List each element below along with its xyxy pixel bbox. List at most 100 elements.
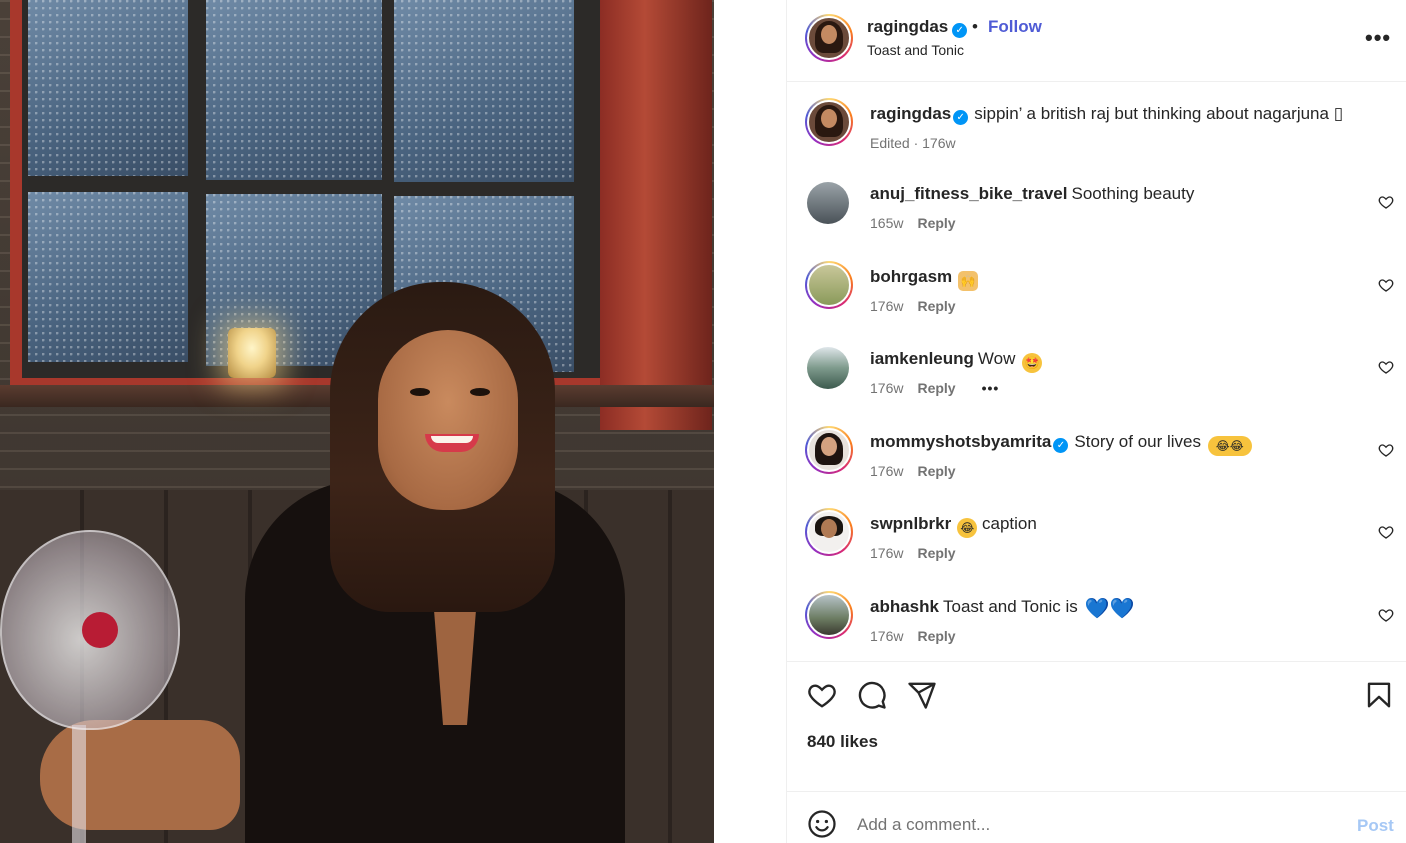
caption-avatar-image bbox=[807, 100, 851, 144]
photo-pane bbox=[394, 0, 574, 182]
like-comment-heart-icon[interactable] bbox=[1378, 524, 1394, 540]
comment-username[interactable]: mommyshotsbyamrita bbox=[870, 432, 1051, 451]
comment-meta: 176w Reply ••• bbox=[870, 380, 999, 396]
comment-avatar[interactable] bbox=[805, 591, 853, 639]
caption-username[interactable]: ragingdas bbox=[870, 104, 951, 123]
comment-item: mommyshotsbyamrita ✓ Story of our lives 😂😂… bbox=[787, 426, 1406, 492]
comment-item: anuj_fitness_bike_travel Soothing beauty … bbox=[787, 182, 1406, 244]
reply-button[interactable]: Reply bbox=[917, 463, 955, 479]
photo-glass-stem bbox=[72, 725, 86, 843]
comment-item: bohrgasm 🙌 176w Reply bbox=[787, 261, 1406, 327]
comment-age: 176w bbox=[870, 298, 904, 314]
photo-hand bbox=[40, 720, 240, 830]
bookmark-icon[interactable] bbox=[1364, 680, 1394, 710]
reply-button[interactable]: Reply bbox=[917, 380, 955, 396]
comment-avatar[interactable] bbox=[807, 347, 849, 389]
reply-button[interactable]: Reply bbox=[917, 628, 955, 644]
comment-text: bohrgasm 🙌 bbox=[870, 267, 979, 291]
author-avatar[interactable] bbox=[805, 14, 853, 62]
author-username-text[interactable]: ragingdas bbox=[867, 17, 948, 36]
comment-item: abhashk Toast and Tonic is 💙💙 176w Reply bbox=[787, 591, 1406, 657]
post-header: ragingdas ✓ • Follow Toast and Tonic ••• bbox=[787, 0, 1406, 82]
caption-text: ragingdas ✓ sippin’ a british raj but thin… bbox=[870, 104, 1343, 125]
laughing-emoji: 😂 bbox=[957, 518, 978, 538]
caption-body: sippin’ a british raj but thinking about… bbox=[974, 104, 1329, 123]
comment-age: 176w bbox=[870, 628, 904, 644]
post-actions: 840 likes bbox=[787, 661, 1406, 791]
comment-avatar-image bbox=[807, 510, 851, 554]
comment-avatar[interactable] bbox=[805, 261, 853, 309]
photo-person-eye bbox=[470, 388, 490, 396]
photo-person-eye bbox=[410, 388, 430, 396]
comment-username[interactable]: anuj_fitness_bike_travel bbox=[870, 184, 1067, 203]
reply-button[interactable]: Reply bbox=[917, 298, 955, 314]
like-comment-heart-icon[interactable] bbox=[1378, 194, 1394, 210]
photo-raspberry bbox=[82, 612, 118, 648]
comment-text: swpnlbrkr 😂 caption bbox=[870, 514, 1037, 538]
author-avatar-image bbox=[807, 16, 851, 60]
comment-meta: 176w Reply bbox=[870, 463, 956, 479]
reply-button[interactable]: Reply bbox=[917, 545, 955, 561]
raised-hands-emoji: 🙌 bbox=[958, 271, 979, 291]
comment-age: 176w bbox=[870, 545, 904, 561]
verified-icon: ✓ bbox=[952, 23, 968, 38]
photo-person-face bbox=[378, 330, 518, 510]
photo-pane bbox=[206, 0, 382, 180]
comment-meta: 176w Reply bbox=[870, 545, 956, 561]
comment-body: Story of our lives bbox=[1074, 432, 1201, 451]
comment-body: Wow bbox=[977, 349, 1016, 368]
comment-avatar-image bbox=[807, 593, 851, 637]
comment-username[interactable]: swpnlbrkr bbox=[870, 514, 951, 533]
post-comment-button[interactable]: Post bbox=[1357, 816, 1394, 836]
comment-avatar[interactable] bbox=[807, 182, 849, 224]
emoji-icon[interactable] bbox=[807, 809, 837, 839]
like-comment-heart-icon[interactable] bbox=[1378, 607, 1394, 623]
comment-item: iamkenleung Wow 🤩 176w Reply ••• bbox=[787, 347, 1406, 409]
comment-text: anuj_fitness_bike_travel Soothing beauty bbox=[870, 184, 1194, 204]
comment-age: 176w bbox=[870, 380, 904, 396]
comment-username[interactable]: abhashk bbox=[870, 597, 939, 616]
comment-input[interactable] bbox=[857, 812, 1327, 838]
comment-avatar-image bbox=[807, 263, 851, 307]
comment-avatar-image bbox=[807, 182, 849, 224]
like-comment-heart-icon[interactable] bbox=[1378, 442, 1394, 458]
like-comment-heart-icon[interactable] bbox=[1378, 277, 1394, 293]
star-struck-emoji: 🤩 bbox=[1022, 353, 1043, 373]
photo-person-teeth bbox=[431, 436, 473, 443]
like-comment-heart-icon[interactable] bbox=[1378, 359, 1394, 375]
photo-pane bbox=[28, 0, 188, 176]
heart-icon[interactable] bbox=[807, 680, 837, 710]
comment-meta: 165w Reply bbox=[870, 215, 956, 231]
post-photo[interactable] bbox=[0, 0, 714, 843]
comment-username[interactable]: bohrgasm bbox=[870, 267, 952, 286]
photo-candle bbox=[228, 328, 276, 378]
comment-avatar-image bbox=[807, 347, 849, 389]
verified-icon: ✓ bbox=[1053, 438, 1069, 453]
author-username[interactable]: ragingdas ✓ bbox=[867, 17, 968, 38]
comment-avatar[interactable] bbox=[805, 508, 853, 556]
likes-count[interactable]: 840 likes bbox=[807, 732, 878, 752]
comment-meta: 176w Reply bbox=[870, 628, 956, 644]
comment-item: swpnlbrkr 😂 caption 176w Reply bbox=[787, 508, 1406, 574]
share-icon[interactable] bbox=[907, 680, 937, 710]
comment-age: 176w bbox=[870, 463, 904, 479]
comment-body: Soothing beauty bbox=[1071, 184, 1195, 203]
comment-more-icon[interactable]: ••• bbox=[982, 380, 1000, 396]
comment-text: abhashk Toast and Tonic is 💙💙 bbox=[870, 597, 1134, 619]
post-location[interactable]: Toast and Tonic bbox=[867, 42, 964, 58]
more-icon[interactable]: ••• bbox=[1365, 25, 1391, 51]
reply-button[interactable]: Reply bbox=[917, 215, 955, 231]
photo-pane bbox=[28, 192, 188, 362]
comment-body: Toast and Tonic is bbox=[942, 597, 1078, 616]
comment-avatar-image bbox=[807, 428, 851, 472]
comment-text: mommyshotsbyamrita ✓ Story of our lives 😂😂 bbox=[870, 432, 1252, 456]
caption-avatar[interactable] bbox=[805, 98, 853, 146]
comment-avatar[interactable] bbox=[805, 426, 853, 474]
header-separator: • bbox=[972, 17, 978, 36]
comment-username[interactable]: iamkenleung bbox=[870, 349, 974, 368]
follow-button[interactable]: Follow bbox=[988, 17, 1042, 37]
laughing-emoji: 😂😂 bbox=[1207, 436, 1252, 456]
comment-meta: 176w Reply bbox=[870, 298, 956, 314]
comment-icon[interactable] bbox=[857, 680, 887, 710]
comment-age: 165w bbox=[870, 215, 904, 231]
